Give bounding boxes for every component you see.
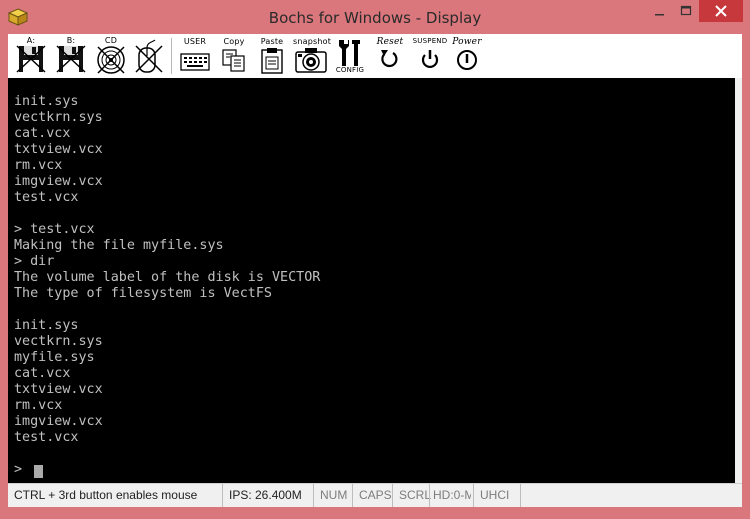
text-cursor xyxy=(34,465,43,478)
maximize-button[interactable] xyxy=(673,0,699,22)
terminal-line: vectkrn.sys xyxy=(14,334,103,349)
terminal-line: vectkrn.sys xyxy=(14,110,103,125)
terminal-line: test.vcx xyxy=(14,190,79,205)
terminal-line: cat.vcx xyxy=(14,126,71,141)
config-button[interactable]: CONFIG xyxy=(335,36,365,76)
user-button[interactable]: USER xyxy=(178,36,212,76)
num-lock-indicator: NUM xyxy=(313,484,354,507)
mouse-icon xyxy=(135,39,163,73)
terminal-line: > dir xyxy=(14,254,55,269)
paste-label: Paste xyxy=(260,37,284,46)
terminal-line: init.sys xyxy=(14,94,79,109)
terminal-line: myfile.sys xyxy=(14,350,95,365)
user-label: USER xyxy=(183,37,207,46)
window-title: Bochs for Windows - Display xyxy=(268,9,482,27)
caps-lock-indicator: CAPS xyxy=(352,484,395,507)
reset-label: Reset xyxy=(376,37,404,47)
copy-label: Copy xyxy=(223,37,245,46)
suspend-button[interactable]: SUSPEND xyxy=(412,36,448,76)
mouse-button[interactable] xyxy=(133,36,165,76)
power-button[interactable]: Power xyxy=(450,36,484,76)
command-prompt: > xyxy=(14,462,23,477)
terminal-line: rm.vcx xyxy=(14,398,63,413)
usb-uhci-indicator: UHCI xyxy=(473,484,520,507)
paste-button[interactable]: Paste xyxy=(258,36,286,76)
snapshot-label: snapshot xyxy=(293,37,332,46)
power-label: Power xyxy=(452,37,482,47)
terminal-line: txtview.vcx xyxy=(14,382,103,397)
floppy-b-button[interactable]: B: xyxy=(55,36,87,76)
terminal-line: txtview.vcx xyxy=(14,142,103,157)
emulator-display[interactable]: init.sys vectkrn.sys cat.vcx txtview.vcx rm.… xyxy=(8,78,735,483)
terminal-line: rm.vcx xyxy=(14,158,63,173)
terminal-line: The type of filesystem is VectFS xyxy=(14,286,272,301)
ips-status: IPS: 26.400M xyxy=(222,484,313,507)
cdrom-label: CD xyxy=(104,36,118,45)
terminal-line: The volume label of the disk is VECTOR xyxy=(14,270,321,285)
status-empty-cell xyxy=(520,484,742,507)
terminal-output: init.sys vectkrn.sys cat.vcx txtview.vcx rm.… xyxy=(14,94,320,446)
toolbar-separator xyxy=(171,38,172,74)
terminal-line: imgview.vcx xyxy=(14,174,103,189)
terminal-line: init.sys xyxy=(14,318,79,333)
hard-disk-indicator: HD:0-M xyxy=(429,484,471,507)
terminal-line: imgview.vcx xyxy=(14,414,103,429)
minimize-button[interactable] xyxy=(645,0,673,22)
floppy-a-label: A: xyxy=(26,36,36,45)
scroll-lock-indicator: SCRL xyxy=(392,484,433,507)
bochs-window: Bochs for Windows - Display A: B: CD USE… xyxy=(0,0,750,519)
mouse-hint-status: CTRL + 3rd button enables mouse xyxy=(14,488,198,502)
suspend-label: SUSPEND xyxy=(412,37,448,45)
toolbar: A: B: CD USER Copy Paste snapshot CONFIG… xyxy=(8,34,742,78)
display-scrollbar[interactable] xyxy=(735,78,742,483)
terminal-line: > test.vcx xyxy=(14,222,95,237)
title-bar[interactable]: Bochs for Windows - Display xyxy=(0,0,750,34)
status-bar: CTRL + 3rd button enables mouse IPS: 26.… xyxy=(8,483,742,507)
snapshot-button[interactable]: snapshot xyxy=(293,36,332,76)
terminal-line: cat.vcx xyxy=(14,366,71,381)
cdrom-button[interactable]: CD xyxy=(94,36,128,76)
copy-button[interactable]: Copy xyxy=(220,36,248,76)
floppy-b-label: B: xyxy=(66,36,76,45)
reset-button[interactable]: Reset xyxy=(373,36,407,76)
terminal-line: test.vcx xyxy=(14,430,79,445)
terminal-line: Making the file myfile.sys xyxy=(14,238,224,253)
floppy-a-button[interactable]: A: xyxy=(15,36,47,76)
config-label: CONFIG xyxy=(335,66,365,74)
close-button[interactable] xyxy=(699,0,743,22)
